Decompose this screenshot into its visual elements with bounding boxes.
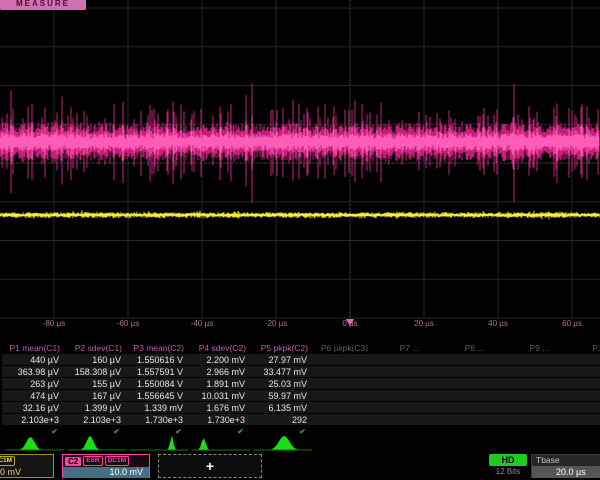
measure-value: 158.308 µV bbox=[64, 367, 126, 377]
time-axis-tick-label: -40 µs bbox=[191, 319, 213, 328]
measure-value: 292 bbox=[250, 415, 312, 425]
param-header-p3[interactable]: P3 mean(C2) bbox=[126, 343, 188, 353]
c1-waveform-center bbox=[0, 214, 600, 215]
time-axis-tick-label: -60 µs bbox=[117, 319, 139, 328]
c2-label: C2 bbox=[65, 457, 81, 466]
oscilloscope-screen: MEASURE -100 µs-80 µs-60 µs-40 µs-20 µs0… bbox=[0, 0, 600, 480]
c1-scale: 10.0 mV bbox=[0, 467, 53, 478]
histicon-p2 bbox=[68, 434, 126, 451]
param-header-p2[interactable]: P2 sdev(C1) bbox=[64, 343, 126, 353]
measure-value: 33.477 mV bbox=[250, 367, 312, 377]
measure-value: 1.550616 V bbox=[126, 355, 188, 365]
time-axis-tick-label: 0 µs bbox=[342, 319, 357, 328]
measure-row-mean: 363.98 µV158.308 µV1.557591 V2.966 mV33.… bbox=[2, 366, 600, 377]
c2-esr-badge: ESR bbox=[83, 456, 102, 466]
measure-value: 2.966 mV bbox=[188, 367, 250, 377]
measure-value: 1.339 mV bbox=[126, 403, 188, 413]
time-axis-tick-label: -20 µs bbox=[265, 319, 287, 328]
hd-bits-label: 12 Bits bbox=[489, 467, 527, 477]
histicon-row bbox=[0, 434, 600, 452]
measure-value: 27.97 mV bbox=[250, 355, 312, 365]
measure-value: 1.550084 V bbox=[126, 379, 188, 389]
measure-value: 1.676 mV bbox=[188, 403, 250, 413]
measure-value: 10.031 mV bbox=[188, 391, 250, 401]
measure-value: 155 µV bbox=[64, 379, 126, 389]
measure-value: 1.730e+3 bbox=[188, 415, 250, 425]
measure-value: 1.399 µV bbox=[64, 403, 126, 413]
measure-value: 25.03 mV bbox=[250, 379, 312, 389]
param-header-p5[interactable]: P5 pkpk(C2) bbox=[250, 343, 312, 353]
measure-row-num: 2.103e+32.103e+31.730e+31.730e+3292 bbox=[2, 414, 600, 425]
measure-row-value: 440 µV160 µV1.550616 V2.200 mV27.97 mV bbox=[2, 354, 600, 365]
histicon-p5 bbox=[254, 434, 312, 451]
measure-value: 1.556645 V bbox=[126, 391, 188, 401]
measure-row-min: 263 µV155 µV1.550084 V1.891 mV25.03 mV bbox=[2, 378, 600, 389]
time-axis-tick-label: -80 µs bbox=[43, 319, 65, 328]
measure-value: 59.97 mV bbox=[250, 391, 312, 401]
measure-value: 1.557591 V bbox=[126, 367, 188, 377]
param-header-p8[interactable]: P8 ... bbox=[442, 343, 507, 353]
timebase-descriptor[interactable]: Tbase 20.0 µs bbox=[531, 454, 600, 478]
add-trace-button[interactable]: + bbox=[158, 454, 262, 478]
measure-value: 1.730e+3 bbox=[126, 415, 188, 425]
measure-value: 32.16 µV bbox=[2, 403, 64, 413]
measure-value: 167 µV bbox=[64, 391, 126, 401]
param-header-p4[interactable]: P4 sdev(C2) bbox=[188, 343, 250, 353]
histicon-p1 bbox=[6, 434, 64, 451]
channel-descriptor-c2[interactable]: C2 ESR DC1M 10.0 mV bbox=[62, 454, 150, 478]
c2-scale: 10.0 mV bbox=[63, 467, 149, 478]
param-header-p9[interactable]: P9 ... bbox=[507, 343, 572, 353]
channel-descriptor-c1[interactable]: C1 DC1M 10.0 mV bbox=[0, 454, 54, 478]
param-header-p7[interactable]: P7 ... bbox=[377, 343, 442, 353]
measure-value: 2.200 mV bbox=[188, 355, 250, 365]
measure-value: 160 µV bbox=[64, 355, 126, 365]
time-axis-tick-label: 60 µs bbox=[562, 319, 582, 328]
waveform-display[interactable] bbox=[0, 0, 600, 332]
measure-value: 2.103e+3 bbox=[64, 415, 126, 425]
param-header-p6[interactable]: P6 pkpk(C3) bbox=[312, 343, 377, 353]
measure-value: 2.103e+3 bbox=[2, 415, 64, 425]
hd-mode-badge[interactable]: HD bbox=[489, 454, 527, 466]
c1-coupling-badge: DC1M bbox=[0, 456, 15, 466]
timebase-value: 20.0 µs bbox=[532, 466, 600, 478]
measure-row-max: 474 µV167 µV1.556645 V10.031 mV59.97 mV bbox=[2, 390, 600, 401]
measure-value: 1.891 mV bbox=[188, 379, 250, 389]
time-axis: -100 µs-80 µs-60 µs-40 µs-20 µs0 µs20 µs… bbox=[0, 319, 600, 331]
measure-row-sdev: 32.16 µV1.399 µV1.339 mV1.676 mV6.135 mV bbox=[2, 402, 600, 413]
measure-table: P1 mean(C1)P2 sdev(C1)P3 mean(C2)P4 sdev… bbox=[2, 341, 600, 436]
c2-coupling-badge: DC1M bbox=[105, 456, 129, 466]
status-badge: MEASURE bbox=[0, 0, 86, 10]
measure-value: 6.135 mV bbox=[250, 403, 312, 413]
timebase-title: Tbase bbox=[532, 455, 600, 466]
histicon-p4 bbox=[192, 434, 250, 451]
param-header-p10[interactable]: P10 ... bbox=[572, 343, 600, 353]
measure-value: 363.98 µV bbox=[2, 367, 64, 377]
histicon-p3 bbox=[130, 434, 188, 451]
time-axis-tick-label: 20 µs bbox=[414, 319, 434, 328]
param-header-p1[interactable]: P1 mean(C1) bbox=[2, 343, 64, 353]
time-axis-tick-label: 40 µs bbox=[488, 319, 508, 328]
measure-value: 440 µV bbox=[2, 355, 64, 365]
measure-value: 474 µV bbox=[2, 391, 64, 401]
measure-value: 263 µV bbox=[2, 379, 64, 389]
